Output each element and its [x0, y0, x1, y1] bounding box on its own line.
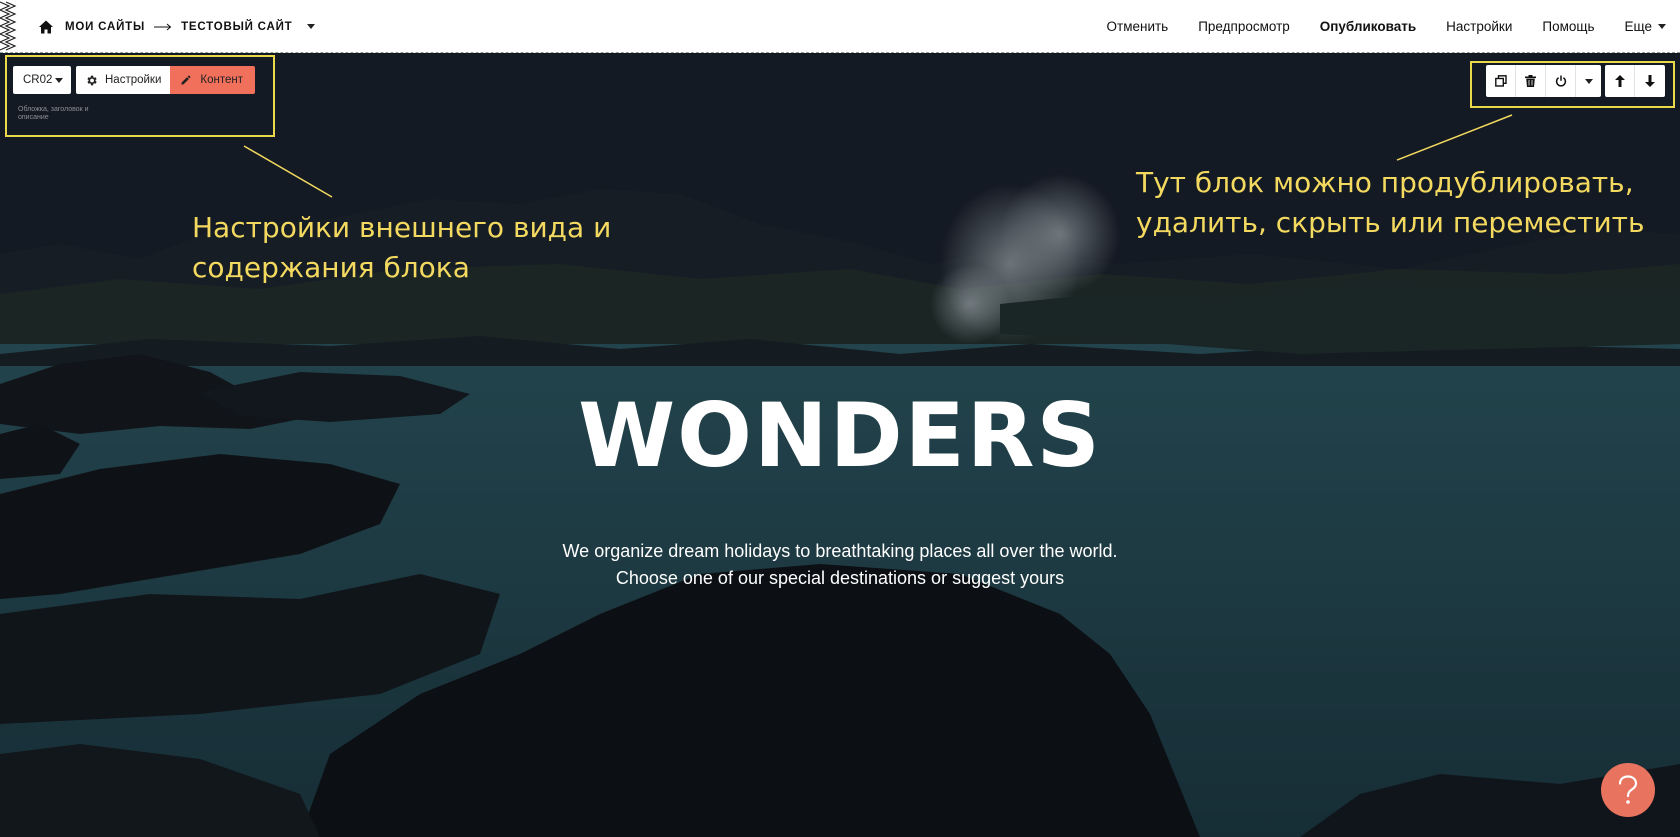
duplicate-button[interactable]: [1486, 65, 1516, 97]
top-bar: МОИ САЙТЫ ТЕСТОВЫЙ САЙТ Отменить Предпро…: [0, 0, 1680, 53]
annotation-appearance-settings: Настройки внешнего вида и содержания бло…: [192, 211, 612, 284]
top-nav: Отменить Предпросмотр Опубликовать Настр…: [1077, 0, 1666, 53]
duplicate-icon: [1494, 75, 1507, 87]
chevron-down-icon: [1584, 78, 1593, 84]
arrow-right-icon: [154, 23, 172, 30]
block-description: Обложка, заголовок и описание: [18, 106, 89, 121]
question-icon: [1618, 775, 1638, 804]
site-dropdown-icon[interactable]: [306, 24, 315, 29]
pencil-icon: [181, 75, 191, 85]
arrow-up-icon: [1614, 75, 1625, 87]
more-menu-label: Еще: [1624, 19, 1652, 34]
block-settings-button[interactable]: Настройки: [76, 66, 171, 94]
publish-button[interactable]: Опубликовать: [1320, 19, 1416, 34]
block-code-label: CR02: [23, 74, 53, 86]
block-editor-toolbar: CR02 Настройки Контент: [13, 66, 255, 94]
block-actions-group: [1486, 65, 1601, 97]
chevron-down-icon: [1658, 24, 1666, 29]
block-move-group: [1605, 65, 1665, 97]
block-menu-button[interactable]: [1576, 65, 1601, 97]
annotation-block-actions: Тут блок можно продублировать, удалить, …: [1136, 166, 1645, 239]
zigzag-border: [0, 1, 17, 51]
arrow-down-icon: [1645, 75, 1655, 87]
block-code-dropdown[interactable]: CR02: [13, 66, 71, 94]
settings-link[interactable]: Настройки: [1446, 19, 1512, 34]
chevron-down-icon: [55, 77, 64, 83]
toggle-visibility-button[interactable]: [1546, 65, 1576, 97]
block-content-button[interactable]: Контент: [170, 66, 255, 94]
home-icon[interactable]: [38, 19, 54, 35]
hero-subtitle[interactable]: We organize dream holidays to breathtaki…: [530, 538, 1150, 592]
help-button[interactable]: [1601, 763, 1655, 817]
trash-icon: [1525, 75, 1536, 87]
move-up-button[interactable]: [1605, 65, 1635, 97]
delete-button[interactable]: [1516, 65, 1546, 97]
gear-icon: [87, 75, 97, 85]
undo-button[interactable]: Отменить: [1107, 19, 1169, 34]
preview-button[interactable]: Предпросмотр: [1198, 19, 1290, 34]
move-down-button[interactable]: [1635, 65, 1665, 97]
breadcrumb: МОИ САЙТЫ ТЕСТОВЫЙ САЙТ: [38, 0, 315, 53]
power-icon: [1555, 75, 1566, 87]
block-content-label: Контент: [200, 74, 243, 86]
breadcrumb-test-site[interactable]: ТЕСТОВЫЙ САЙТ: [181, 21, 292, 33]
more-menu[interactable]: Еще: [1625, 19, 1666, 34]
block-settings-label: Настройки: [105, 74, 162, 86]
block-actions-toolbar: [1486, 65, 1665, 97]
hero-title[interactable]: WONDERS: [0, 384, 1680, 487]
help-link[interactable]: Помощь: [1542, 19, 1594, 34]
breadcrumb-my-sites[interactable]: МОИ САЙТЫ: [65, 21, 145, 33]
